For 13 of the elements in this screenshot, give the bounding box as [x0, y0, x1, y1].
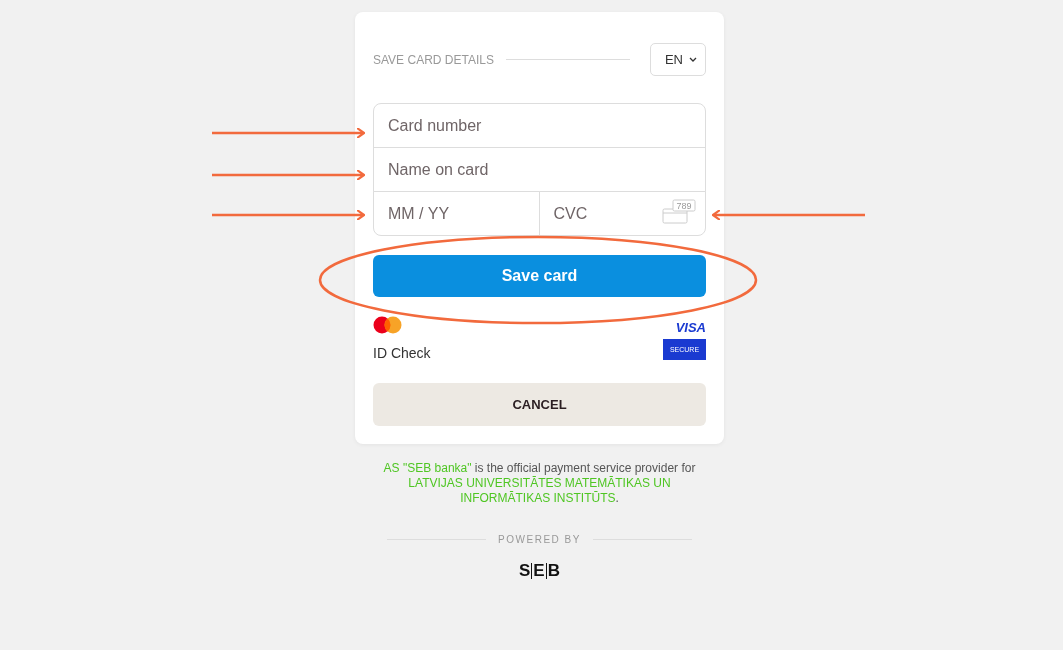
language-select[interactable]: EN [649, 43, 706, 76]
powered-by-label: POWERED BY [498, 534, 581, 545]
save-button[interactable]: Save card [373, 255, 706, 297]
id-check-label: ID Check [373, 345, 431, 361]
visa-logo: VISA [675, 320, 706, 335]
section-title: SAVE CARD DETAILS [373, 52, 494, 67]
mastercard-icon [373, 316, 402, 334]
chevron-down-icon [689, 57, 697, 62]
provider-notice: AS "SEB banka" is the official payment service provider for LATVIJAS UNIVERSITĀTES MATEMĀTIKAS UN INFORMĀTIKAS INSTITŪTS. [382, 461, 697, 506]
input-field[interactable]: MM / YY [373, 191, 540, 236]
cancel-button[interactable]: CANCEL [373, 383, 706, 426]
input-field[interactable]: Card number [373, 103, 706, 148]
input-field[interactable]: Name on card [373, 147, 706, 192]
